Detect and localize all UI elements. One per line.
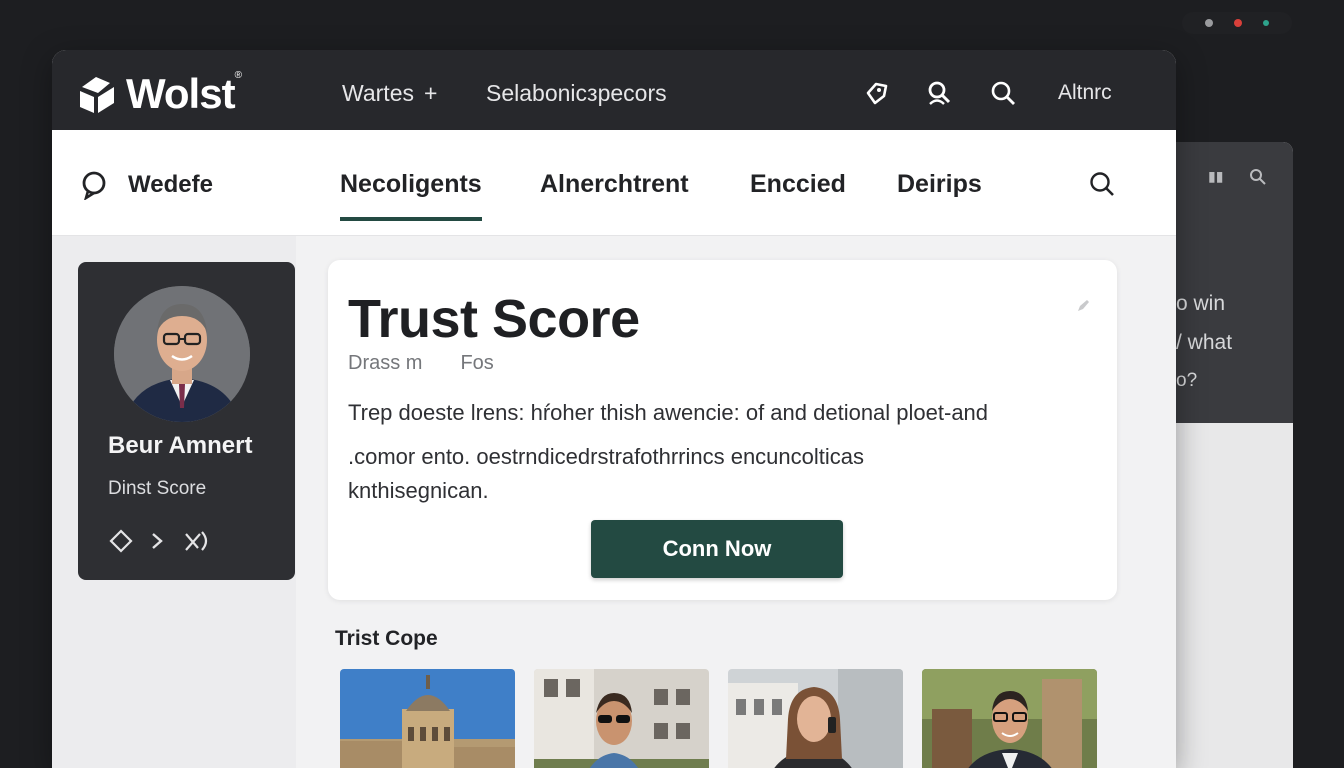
user-search-icon[interactable]: [926, 80, 952, 106]
section-title: Trist Cope: [335, 627, 438, 650]
window-dot-teal[interactable]: [1263, 20, 1270, 26]
profile-card[interactable]: Beur Amnert Dinst Score: [78, 262, 295, 580]
search-icon[interactable]: [1088, 170, 1116, 198]
sub-navigation: Wedefe Necoligents Alnerchtrent Enccied …: [52, 130, 1176, 236]
tag-icon[interactable]: [864, 80, 890, 106]
subnav-brand-label: Wedefe: [128, 171, 213, 198]
logo[interactable]: Wolst®: [78, 70, 242, 118]
top-link-altnrc[interactable]: Altnrc: [1058, 81, 1112, 105]
connect-now-button[interactable]: Conn Now: [591, 520, 843, 578]
share-icon[interactable]: [182, 528, 212, 554]
background-text-line: / what: [1176, 331, 1233, 354]
window-dot-gray[interactable]: [1204, 19, 1213, 27]
tab-alnerchtrent[interactable]: Alnerchtrent: [540, 170, 689, 199]
description-line: Trep doeste lrens: hŕoher thish awencie:…: [348, 400, 989, 425]
thumbnail-person-phone[interactable]: [728, 669, 903, 768]
trust-score-card: Trust Score Drass m Fos Trep doeste lren…: [328, 260, 1117, 600]
window-dot-red[interactable]: [1233, 19, 1242, 27]
plus-icon: +: [424, 80, 438, 106]
profile-subtitle: Dinst Score: [108, 478, 207, 499]
top-bar: Wolst® Wartes + Selabonicзpecors Altnrc: [52, 50, 1176, 130]
window-controls: [1182, 12, 1292, 34]
subnav-brand[interactable]: Wedefe: [80, 170, 213, 200]
search-icon: [1250, 169, 1267, 185]
diamond-icon[interactable]: [108, 528, 134, 554]
top-nav-wartes[interactable]: Wartes +: [342, 80, 437, 107]
tab-encced[interactable]: Enccied: [750, 170, 846, 199]
bars-icon: ▮▮: [1208, 168, 1224, 184]
top-nav-label: Wartes: [342, 80, 414, 106]
trust-score-meta: Drass m Fos: [348, 352, 494, 375]
thumbnail-person-glasses[interactable]: [922, 669, 1097, 768]
trust-score-title: Trust Score: [348, 289, 640, 349]
description-line: knthisegnican.: [348, 478, 489, 503]
meta-item: Fos: [460, 352, 494, 374]
tab-necoligents[interactable]: Necoligents: [340, 170, 482, 221]
meta-item: Drass m: [348, 352, 423, 374]
profile-name: Beur Amnert: [108, 432, 253, 459]
description-line: .comor ento. oestrndicedrstrafothrrincs …: [348, 444, 865, 469]
logo-mark-icon: [80, 77, 114, 113]
thumbnail-building[interactable]: [340, 669, 515, 768]
background-text-line: o win: [1176, 292, 1226, 315]
background-text-line: o?: [1176, 370, 1198, 391]
avatar: [114, 286, 250, 422]
thumbnail-row: [340, 669, 1097, 768]
search-icon[interactable]: [990, 80, 1016, 106]
top-nav-selabonic[interactable]: Selabonicзpecors: [486, 80, 667, 107]
main-window: Wolst® Wartes + Selabonicзpecors Altnrc: [52, 50, 1176, 768]
edit-pencil-icon[interactable]: [1075, 298, 1091, 314]
location-pin-icon: [82, 171, 106, 200]
logo-text: Wolst®: [126, 70, 242, 117]
profile-actions: [108, 528, 212, 554]
chevron-right-icon[interactable]: [148, 528, 168, 554]
tab-deirips[interactable]: Deirips: [897, 170, 982, 199]
thumbnail-person-sunglasses[interactable]: [534, 669, 709, 768]
